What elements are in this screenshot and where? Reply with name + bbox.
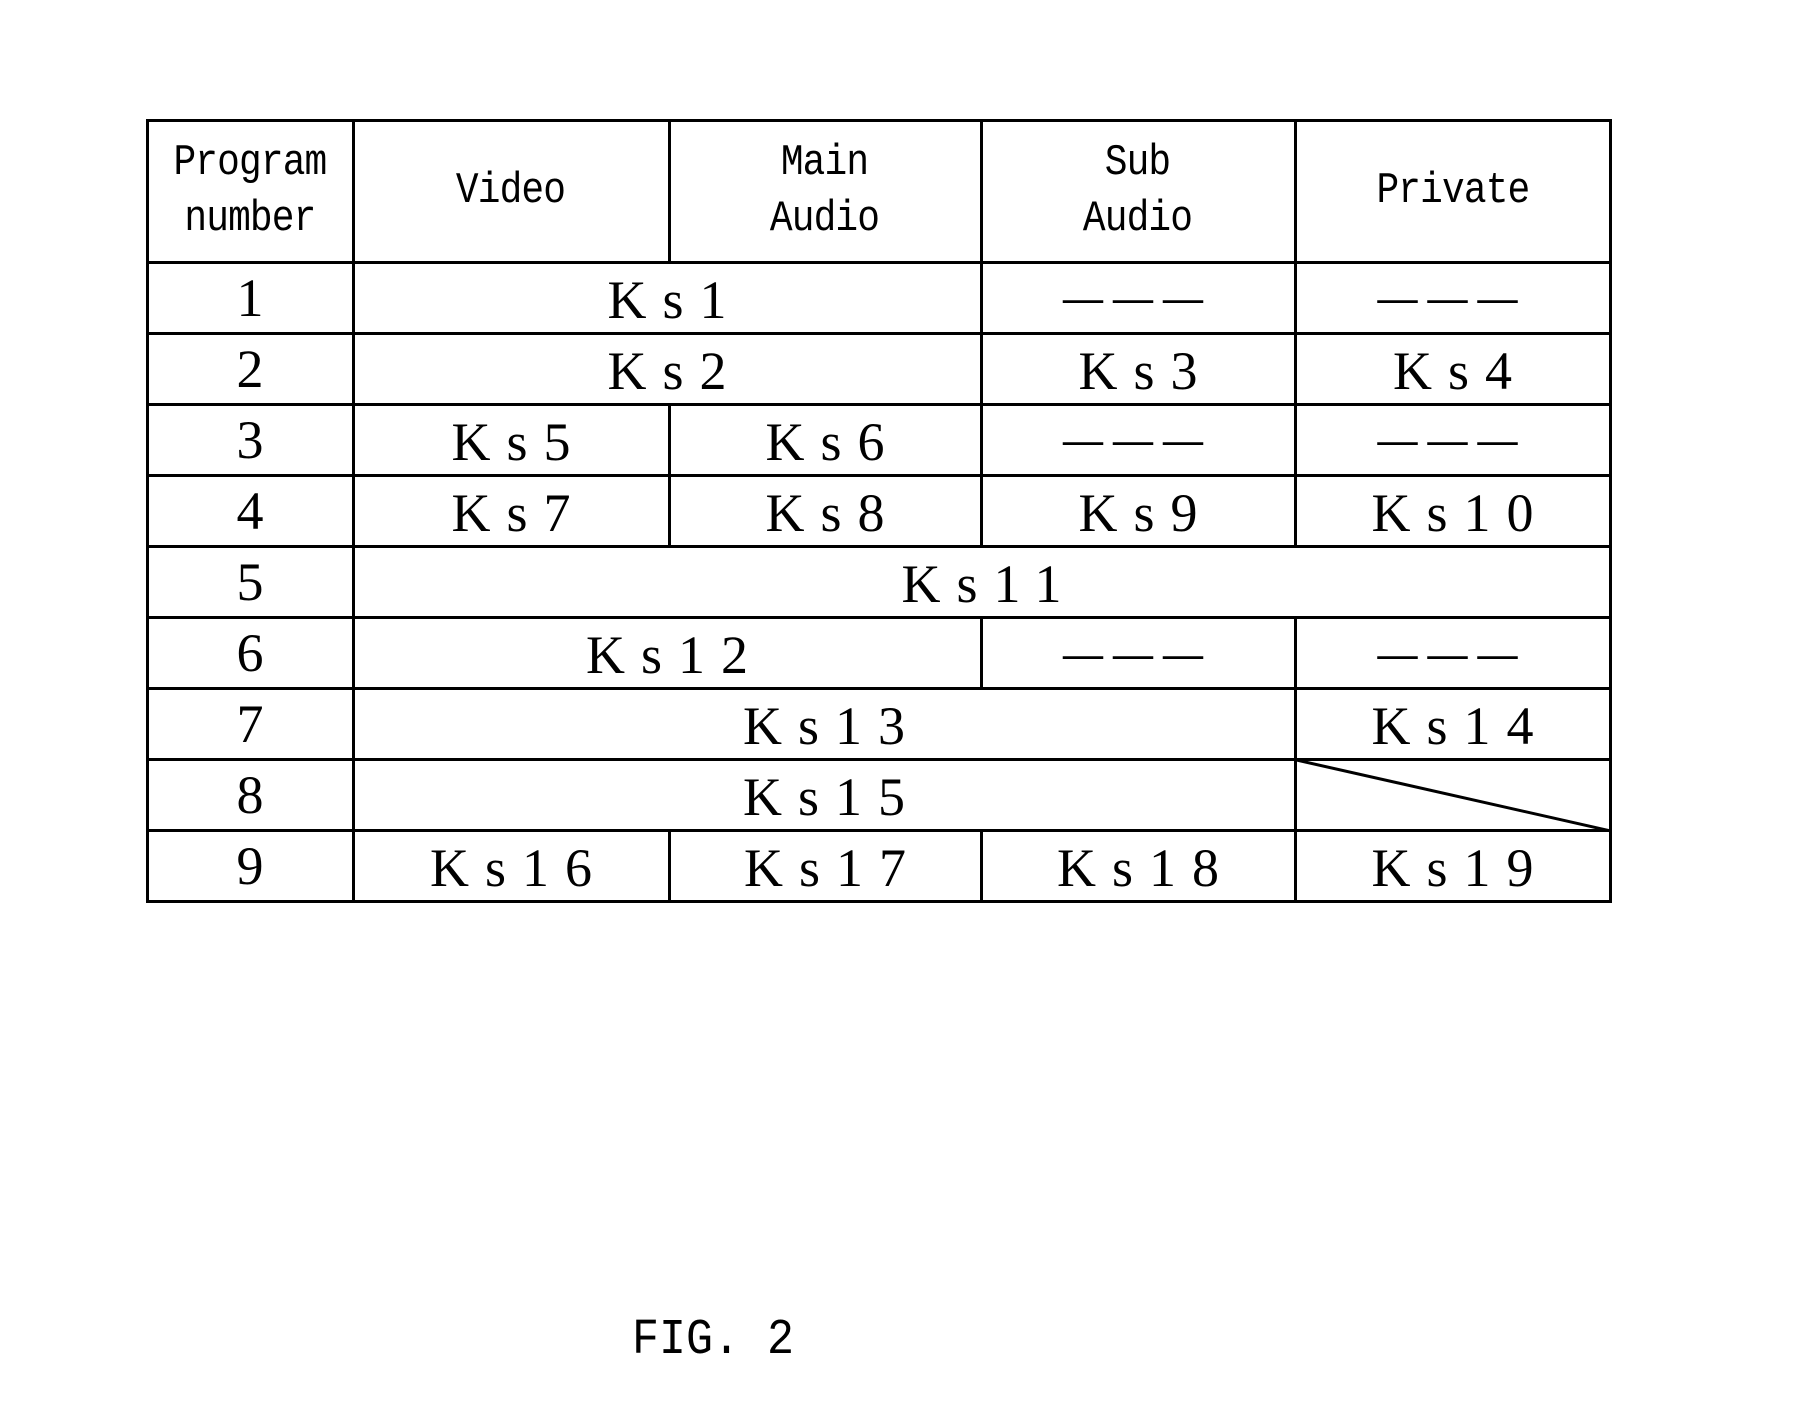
key-cell-text: Ks19 bbox=[1371, 838, 1550, 899]
header-main-audio-text: Main Audio bbox=[770, 138, 880, 244]
key-cell: Ks7 bbox=[351, 473, 671, 548]
program-number-cell-text: 1 bbox=[236, 267, 264, 328]
key-cell: Ks11 bbox=[351, 544, 1612, 619]
key-cell-text: Ks9 bbox=[1078, 482, 1214, 543]
key-cell-text: Ks6 bbox=[765, 411, 901, 472]
program-number-cell-text: 3 bbox=[236, 409, 264, 470]
program-number-cell: 4 bbox=[145, 473, 355, 548]
program-number-cell: 2 bbox=[145, 331, 355, 406]
key-cell: Ks1 bbox=[351, 260, 983, 335]
empty-key-cell-text: ——— bbox=[1377, 417, 1528, 463]
header-video: Video bbox=[351, 118, 671, 264]
empty-key-cell: ——— bbox=[979, 616, 1297, 691]
header-private: Private bbox=[1293, 118, 1612, 264]
program-number-cell-text: 8 bbox=[236, 765, 264, 826]
key-cell-text: Ks10 bbox=[1371, 482, 1550, 543]
program-number-cell: 7 bbox=[145, 687, 355, 762]
empty-key-cell-text: ——— bbox=[1063, 630, 1213, 676]
key-cell: Ks13 bbox=[351, 687, 1297, 762]
key-cell: Ks16 bbox=[351, 829, 671, 904]
key-cell-text: Ks4 bbox=[1392, 340, 1528, 401]
header-private-text: Private bbox=[1376, 166, 1530, 216]
empty-key-cell-text: ——— bbox=[1063, 275, 1213, 321]
empty-key-cell: ——— bbox=[1293, 260, 1612, 335]
not-applicable-cell-text bbox=[1445, 793, 1461, 797]
program-number-cell: 1 bbox=[145, 260, 355, 335]
key-cell-text: Ks18 bbox=[1056, 838, 1235, 899]
key-cell: Ks15 bbox=[351, 758, 1297, 833]
key-cell: Ks5 bbox=[351, 402, 671, 477]
key-cell: Ks4 bbox=[1293, 331, 1612, 406]
header-sub-audio-text: Sub Audio bbox=[1083, 138, 1193, 244]
key-cell: Ks18 bbox=[979, 829, 1297, 904]
key-cell: Ks17 bbox=[667, 829, 983, 904]
key-cell-text: Ks17 bbox=[743, 838, 922, 899]
program-number-cell-text: 6 bbox=[236, 623, 264, 684]
empty-key-cell-text: ——— bbox=[1063, 417, 1213, 463]
program-number-cell: 9 bbox=[145, 829, 355, 904]
not-applicable-cell bbox=[1293, 758, 1612, 833]
program-number-cell: 8 bbox=[145, 758, 355, 833]
key-cell: Ks9 bbox=[979, 473, 1297, 548]
key-cell: Ks2 bbox=[351, 331, 983, 406]
key-cell-text: Ks3 bbox=[1078, 340, 1214, 401]
program-number-cell-text: 5 bbox=[236, 551, 264, 612]
figure-caption: FIG. 2 bbox=[632, 1312, 795, 1369]
empty-key-cell: ——— bbox=[979, 402, 1297, 477]
program-number-cell: 3 bbox=[145, 402, 355, 477]
program-number-cell-text: 2 bbox=[236, 338, 264, 399]
key-cell-text: Ks5 bbox=[451, 411, 587, 472]
program-number-cell: 5 bbox=[145, 544, 355, 619]
key-cell-text: Ks16 bbox=[429, 838, 608, 899]
figure: Program number Video Main Audio Sub Audio Pr… bbox=[0, 0, 1797, 1412]
program-number-cell-text: 7 bbox=[236, 694, 264, 755]
key-cell-text: Ks13 bbox=[742, 696, 921, 757]
header-program-number-text: Program number bbox=[173, 138, 328, 244]
header-main-audio: Main Audio bbox=[667, 118, 983, 264]
key-cell-text: Ks7 bbox=[451, 482, 587, 543]
empty-key-cell: ——— bbox=[1293, 402, 1612, 477]
header-program-number: Program number bbox=[145, 118, 355, 264]
key-cell: Ks6 bbox=[667, 402, 983, 477]
key-cell-text: Ks12 bbox=[585, 625, 764, 686]
key-cell-text: Ks1 bbox=[607, 269, 743, 330]
key-cell-text: Ks15 bbox=[742, 767, 921, 828]
program-number-cell-text: 9 bbox=[236, 836, 264, 897]
key-cell-text: Ks11 bbox=[901, 553, 1078, 614]
key-cell: Ks12 bbox=[351, 616, 983, 691]
empty-key-cell-text: ——— bbox=[1377, 275, 1528, 321]
program-number-cell: 6 bbox=[145, 616, 355, 691]
empty-key-cell-text: ——— bbox=[1377, 630, 1528, 676]
key-cell: Ks10 bbox=[1293, 473, 1612, 548]
key-cell: Ks3 bbox=[979, 331, 1297, 406]
program-number-cell-text: 4 bbox=[236, 480, 264, 541]
empty-key-cell: ——— bbox=[1293, 616, 1612, 691]
key-cell-text: Ks8 bbox=[765, 482, 901, 543]
empty-key-cell: ——— bbox=[979, 260, 1297, 335]
header-video-text: Video bbox=[456, 166, 566, 216]
key-cell-text: Ks2 bbox=[607, 340, 743, 401]
key-cell-text: Ks14 bbox=[1371, 696, 1550, 757]
key-cell: Ks14 bbox=[1293, 687, 1612, 762]
header-sub-audio: Sub Audio bbox=[979, 118, 1297, 264]
key-cell: Ks8 bbox=[667, 473, 983, 548]
key-cell: Ks19 bbox=[1293, 829, 1612, 904]
